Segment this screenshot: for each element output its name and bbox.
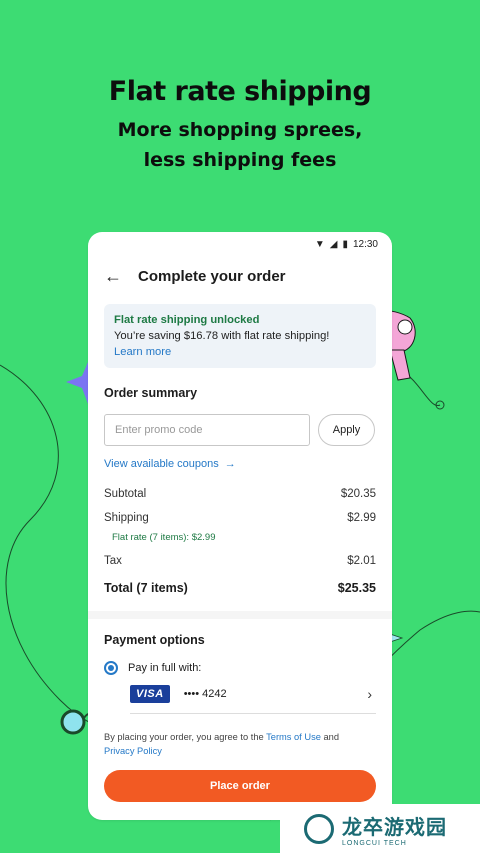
flat-rate-note: Flat rate (7 items): $2.99 xyxy=(104,532,376,543)
shipping-value: $2.99 xyxy=(347,512,376,524)
promo-code-input[interactable]: Enter promo code xyxy=(104,414,310,446)
privacy-policy-link[interactable]: Privacy Policy xyxy=(104,746,162,756)
banner-headline: Flat rate shipping unlocked xyxy=(114,314,260,326)
payment-options-title: Payment options xyxy=(104,633,205,647)
watermark-sub: LONGCUI TECH xyxy=(342,839,407,847)
subtotal-value: $20.35 xyxy=(340,488,376,500)
promo-row: Enter promo code Apply xyxy=(104,414,376,446)
price-breakdown: Subtotal $20.35 Shipping $2.99 Flat rate… xyxy=(104,488,376,595)
shipping-label: Shipping xyxy=(104,512,149,524)
legal-text: By placing your order, you agree to the … xyxy=(104,730,376,758)
hero-title: Flat rate shipping xyxy=(108,76,372,107)
tax-row: Tax $2.01 xyxy=(104,555,376,567)
hero: Flat rate shipping More shopping sprees,… xyxy=(0,76,480,175)
apply-button[interactable]: Apply xyxy=(318,414,375,446)
subtotal-row: Subtotal $20.35 xyxy=(104,488,376,500)
chevron-right-icon: › xyxy=(367,686,372,702)
total-row: Total (7 items) $25.35 xyxy=(104,581,376,595)
phone-screen: ▼ ◢ ▮ 12:30 ← Complete your order Flat r… xyxy=(88,232,392,820)
tax-value: $2.01 xyxy=(347,555,376,567)
legal-prefix: By placing your order, you agree to the xyxy=(104,732,267,742)
place-order-button[interactable]: Place order xyxy=(104,770,376,802)
total-value: $25.35 xyxy=(337,581,376,595)
hero-subtitle-line1: More shopping sprees, xyxy=(117,119,363,141)
pay-in-full-option[interactable]: Pay in full with: xyxy=(104,661,376,675)
watermark-logo-icon xyxy=(304,813,334,844)
page-title: Complete your order xyxy=(138,267,286,285)
visa-logo-icon: VISA xyxy=(130,685,170,703)
status-time: 12:30 xyxy=(352,238,378,250)
status-bar: ▼ ◢ ▮ 12:30 xyxy=(88,232,392,256)
watermark: 龙卒游戏园 LONGCUI TECH xyxy=(280,804,480,853)
watermark-name: 龙卒游戏园 xyxy=(342,816,447,839)
page-header: ← Complete your order xyxy=(88,258,392,294)
learn-more-link[interactable]: Learn more xyxy=(114,344,366,360)
view-coupons-label: View available coupons xyxy=(104,458,219,470)
subtotal-label: Subtotal xyxy=(104,488,147,500)
tax-label: Tax xyxy=(104,555,122,567)
flat-rate-note-text: Flat rate (7 items): $2.99 xyxy=(112,532,216,543)
signal-icon: ◢ xyxy=(329,238,338,250)
terms-of-use-link[interactable]: Terms of Use xyxy=(266,732,321,742)
battery-icon: ▮ xyxy=(342,238,348,250)
legal-and: and xyxy=(320,732,339,742)
pay-in-full-label: Pay in full with: xyxy=(128,662,202,674)
total-label: Total (7 items) xyxy=(104,581,188,595)
view-coupons-link[interactable]: View available coupons → xyxy=(104,458,376,470)
back-arrow-icon[interactable]: ← xyxy=(104,266,138,287)
wifi-icon: ▼ xyxy=(314,238,325,250)
flat-rate-banner: Flat rate shipping unlocked You’re savin… xyxy=(104,304,376,368)
order-summary-title: Order summary xyxy=(104,386,198,400)
card-selector[interactable]: VISA •••• 4242 › xyxy=(130,685,376,714)
shipping-row: Shipping $2.99 xyxy=(104,512,376,524)
card-number: •••• 4242 xyxy=(183,688,227,700)
radio-selected-icon[interactable] xyxy=(104,661,118,675)
arrow-right-icon: → xyxy=(224,458,236,470)
hero-subtitle-line2: less shipping fees xyxy=(143,149,337,171)
banner-message: You’re saving $16.78 with flat rate ship… xyxy=(114,330,330,342)
section-divider xyxy=(88,611,392,619)
